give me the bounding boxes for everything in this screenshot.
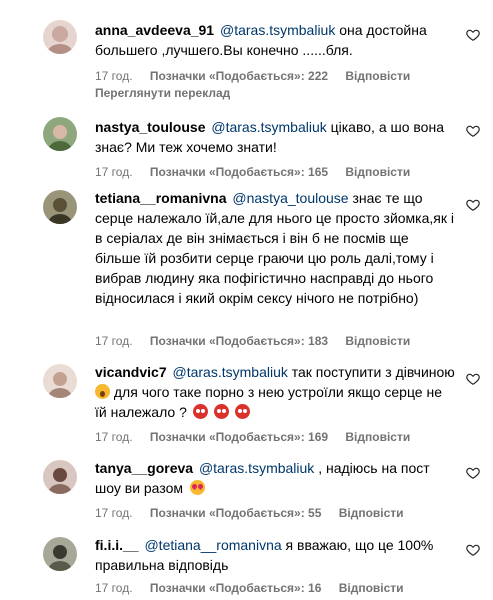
mention-link[interactable]: @taras.tsymbaliuk [211, 119, 326, 135]
heart-eyes-emoji-icon [189, 480, 205, 495]
avatar[interactable] [43, 20, 77, 54]
username-link[interactable]: nastya_toulouse [95, 119, 205, 135]
timestamp[interactable]: 17 год. [95, 334, 133, 348]
mention-link[interactable]: @nastya_toulouse [232, 190, 348, 206]
likes-count[interactable]: Позначки «Подобається»: 16 [150, 581, 321, 595]
likes-count[interactable]: Позначки «Подобається»: 183 [150, 334, 328, 348]
comment-content: для чого таке порно з нею устроїли якщо … [95, 384, 442, 420]
heart-outline-icon[interactable] [466, 124, 480, 138]
comment-text: vicandvic7 @taras.tsymbaliuk так поступи… [95, 362, 455, 422]
comment-text: tanya__goreva @taras.tsymbaliuk , надіюс… [95, 458, 455, 498]
likes-count[interactable]: Позначки «Подобається»: 222 [150, 69, 328, 83]
see-translation-link[interactable]: Переглянути переклад [95, 86, 230, 100]
avatar[interactable] [43, 364, 77, 398]
reply-button[interactable]: Відповісти [345, 69, 410, 83]
mention-link[interactable]: @taras.tsymbaliuk [199, 460, 314, 476]
timestamp[interactable]: 17 год. [95, 506, 133, 520]
heart-outline-icon[interactable] [466, 198, 480, 212]
comment-meta: 17 год. Позначки «Подобається»: 16 Відпо… [95, 580, 418, 596]
comment-content: знає те що серце належало їй,але для ньо… [95, 190, 454, 306]
mention-link[interactable]: @taras.tsymbaliuk [220, 22, 335, 38]
username-link[interactable]: anna_avdeeva_91 [95, 22, 214, 38]
mention-link[interactable]: @tetiana__romanivna [144, 537, 281, 553]
comment-content: так поступити з дівчиною [287, 364, 455, 380]
heart-outline-icon[interactable] [466, 466, 480, 480]
comment-meta: 17 год. Позначки «Подобається»: 165 Відп… [95, 164, 424, 180]
reply-button[interactable]: Відповісти [339, 581, 404, 595]
username-link[interactable]: tetiana__romanivna [95, 190, 227, 206]
avatar[interactable] [43, 537, 77, 571]
comment-meta: 17 год. Позначки «Подобається»: 55 Відпо… [95, 505, 418, 521]
likes-count[interactable]: Позначки «Подобається»: 169 [150, 430, 328, 444]
heart-outline-icon[interactable] [466, 372, 480, 386]
username-link[interactable]: tanya__goreva [95, 460, 193, 476]
reply-button[interactable]: Відповісти [345, 165, 410, 179]
avatar[interactable] [43, 117, 77, 151]
comment-meta: 17 год. Позначки «Подобається»: 183 Відп… [95, 333, 424, 349]
comment-text: nastya_toulouse @taras.tsymbaliuk цікаво… [95, 117, 455, 157]
comment-text: fi.i.i.__ @tetiana__romanivna я вважаю, … [95, 535, 455, 575]
comment-meta: 17 год. Позначки «Подобається»: 222 Відп… [95, 68, 424, 84]
angry-face-emoji-icon [234, 404, 250, 419]
angry-face-emoji-icon [213, 404, 229, 419]
reply-button[interactable]: Відповісти [339, 506, 404, 520]
angry-face-emoji-icon [192, 404, 208, 419]
timestamp[interactable]: 17 год. [95, 69, 133, 83]
comment-text: anna_avdeeva_91 @taras.tsymbaliuk она до… [95, 20, 455, 60]
heart-outline-icon[interactable] [466, 28, 480, 42]
username-link[interactable]: vicandvic7 [95, 364, 167, 380]
likes-count[interactable]: Позначки «Подобається»: 165 [150, 165, 328, 179]
avatar[interactable] [43, 190, 77, 224]
astonished-emoji-icon [95, 384, 110, 399]
likes-count[interactable]: Позначки «Подобається»: 55 [150, 506, 321, 520]
comment-text: tetiana__romanivna @nastya_toulouse знає… [95, 188, 455, 308]
mention-link[interactable]: @taras.tsymbaliuk [173, 364, 288, 380]
timestamp[interactable]: 17 год. [95, 165, 133, 179]
username-link[interactable]: fi.i.i.__ [95, 537, 139, 553]
reply-button[interactable]: Відповісти [345, 334, 410, 348]
avatar[interactable] [43, 460, 77, 494]
timestamp[interactable]: 17 год. [95, 430, 133, 444]
comment-meta: 17 год. Позначки «Подобається»: 169 Відп… [95, 429, 424, 445]
heart-outline-icon[interactable] [466, 543, 480, 557]
timestamp[interactable]: 17 год. [95, 581, 133, 595]
reply-button[interactable]: Відповісти [345, 430, 410, 444]
